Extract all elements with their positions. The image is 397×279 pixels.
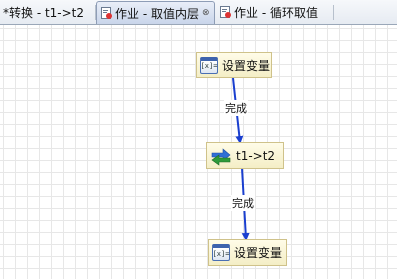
step-set-variable-bottom[interactable]: [x]= 设置变量: [208, 239, 287, 266]
icon-glyph: [x]=: [212, 249, 230, 258]
step-label: t1->t2: [236, 148, 276, 163]
step-set-variable-top[interactable]: [x]= 设置变量: [196, 52, 272, 78]
icon-glyph: [x]=: [200, 62, 218, 70]
step-transformation-t1-t2[interactable]: t1->t2: [206, 142, 284, 169]
hop-label-finished: 完成: [224, 100, 248, 116]
step-label: 设置变量: [222, 58, 271, 73]
set-variable-icon: [x]=: [200, 56, 218, 74]
transformation-icon: [211, 147, 231, 166]
hop-label-finished: 完成: [231, 195, 255, 211]
set-variable-icon: [x]=: [212, 244, 230, 261]
step-label: 设置变量: [234, 246, 283, 260]
hop-connectors: [232, 77, 250, 241]
